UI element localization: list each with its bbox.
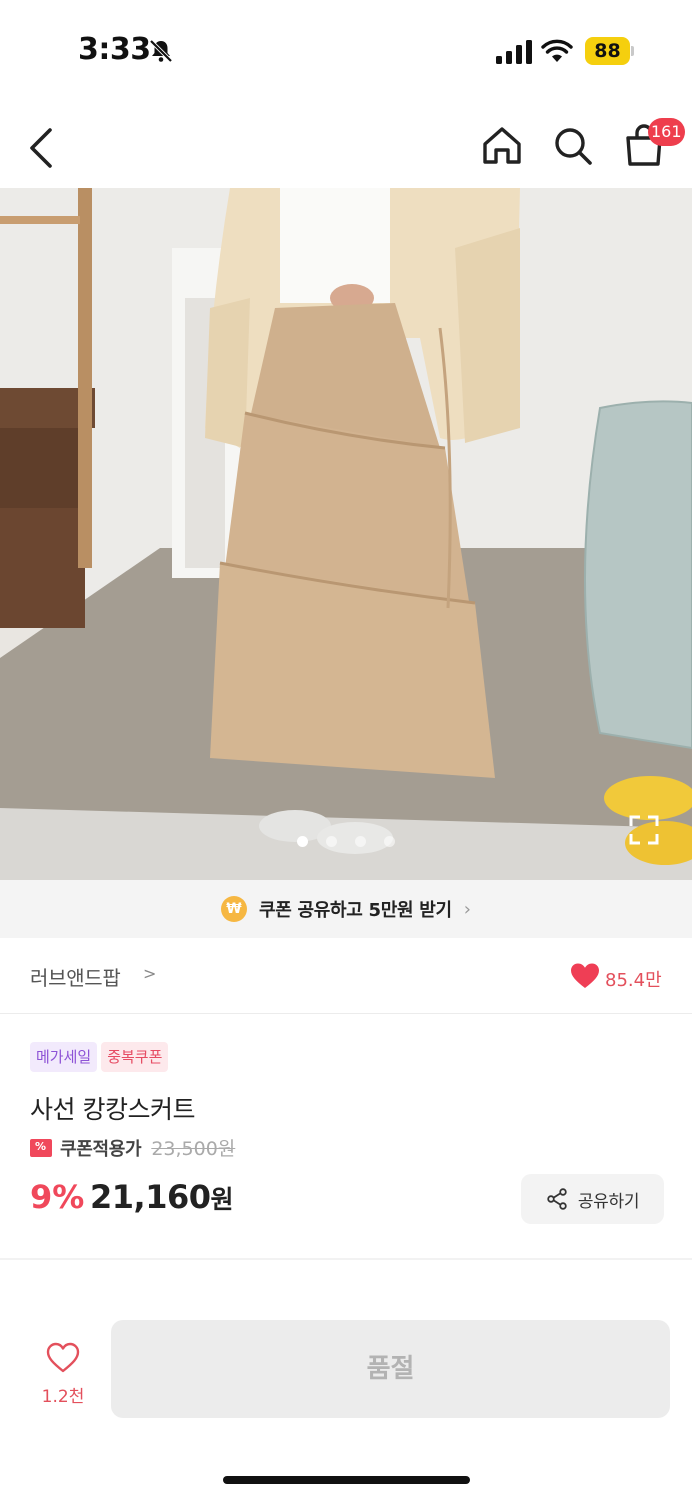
brand-like-count: 85.4만 — [605, 970, 662, 991]
brand-name-link[interactable]: 러브앤드팝 — [30, 962, 121, 991]
back-arrow-icon[interactable] — [24, 126, 60, 170]
bottom-action-bar: 1.2천 품절 — [0, 1308, 692, 1500]
sale-price: 21,160원 — [90, 1178, 233, 1216]
expand-fullscreen-icon[interactable] — [628, 814, 660, 846]
wifi-icon — [541, 39, 573, 62]
search-icon[interactable] — [551, 124, 595, 168]
scrolled-content-peek — [0, 1288, 692, 1308]
brand-row: 러브앤드팝 > 85.4만 — [0, 938, 692, 1014]
sale-price-value: 21,160 — [90, 1178, 211, 1216]
discount-rate: 9% — [30, 1178, 85, 1216]
wishlist-button[interactable]: 1.2천 — [30, 1342, 96, 1412]
battery-indicator: 88 — [585, 37, 635, 65]
carousel-pagination — [0, 832, 692, 848]
won-coin-icon: ₩ — [221, 896, 248, 922]
cart-count-badge: 161 — [648, 118, 685, 146]
wishlist-count: 1.2천 — [41, 1387, 85, 1407]
carousel-dot[interactable] — [326, 836, 337, 847]
chevron-right-icon: > — [143, 964, 157, 983]
double-coupon-tag: 중복쿠폰 — [101, 1042, 169, 1072]
status-time: 3:33 — [78, 32, 151, 67]
carousel-dot[interactable] — [384, 836, 395, 847]
heart-outline-icon — [46, 1342, 80, 1373]
chevron-right-icon: › — [463, 898, 471, 920]
bell-muted-icon — [149, 39, 173, 63]
mega-sale-tag: 메가세일 — [30, 1042, 98, 1072]
carousel-dot[interactable] — [355, 836, 366, 847]
coupon-banner-text: 쿠폰 공유하고 5만원 받기 — [259, 900, 452, 921]
coupon-ticket-icon — [30, 1138, 52, 1157]
section-divider — [0, 1258, 692, 1260]
share-button[interactable]: 공유하기 — [521, 1174, 664, 1224]
share-button-label: 공유하기 — [577, 1191, 640, 1212]
top-navigation: 161 — [0, 108, 692, 188]
product-photo — [0, 188, 692, 880]
product-tags: 메가세일 중복쿠폰 — [30, 1042, 169, 1072]
coupon-share-banner[interactable]: ₩ 쿠폰 공유하고 5만원 받기 › — [0, 880, 692, 938]
sold-out-button[interactable]: 품절 — [111, 1320, 670, 1418]
coupon-price-row: 쿠폰적용가 23,500원 — [30, 1134, 235, 1161]
price-currency: 원 — [210, 1185, 233, 1214]
status-bar: 3:33 88 — [0, 0, 692, 100]
share-icon — [547, 1188, 567, 1210]
battery-level: 88 — [585, 37, 630, 65]
heart-filled-icon[interactable] — [570, 962, 600, 990]
coupon-applied-label: 쿠폰적용가 — [60, 1138, 142, 1160]
product-title: 사선 캉캉스커트 — [30, 1095, 195, 1124]
cellular-signal-icon — [496, 40, 532, 64]
home-icon[interactable] — [480, 124, 524, 168]
carousel-dot[interactable] — [297, 836, 308, 847]
home-indicator — [223, 1476, 470, 1484]
product-image-carousel[interactable] — [0, 188, 692, 880]
battery-cap — [631, 46, 634, 56]
original-price: 23,500원 — [151, 1138, 236, 1160]
